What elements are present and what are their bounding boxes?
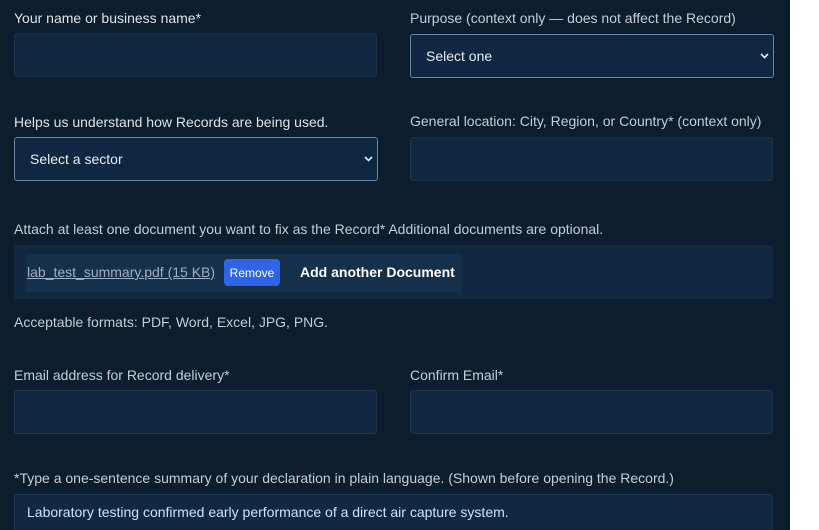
- record-form: Your name or business name* Purpose (con…: [0, 0, 790, 530]
- sector-selected-value: Select a sector: [30, 151, 123, 167]
- email-label: Email address for Record delivery*: [14, 367, 230, 383]
- email-field[interactable]: [14, 390, 377, 434]
- confirm-email-field[interactable]: [410, 390, 773, 434]
- attach-label: Attach at least one document you want to…: [14, 221, 604, 237]
- purpose-label: Purpose (context only — does not affect …: [410, 10, 736, 26]
- chevron-down-icon: [363, 138, 373, 180]
- add-document-button[interactable]: Add another Document: [300, 264, 455, 280]
- confirm-email-label: Confirm Email*: [410, 367, 504, 383]
- summary-value: Laboratory testing confirmed early perfo…: [27, 504, 509, 520]
- summary-input[interactable]: Laboratory testing confirmed early perfo…: [14, 494, 773, 530]
- name-label: Your name or business name*: [14, 10, 202, 26]
- purpose-selected-value: Select one: [426, 48, 493, 64]
- attached-file-link[interactable]: lab_test_summary.pdf (15 KB): [27, 264, 215, 280]
- name-field[interactable]: [14, 33, 377, 77]
- remove-button[interactable]: Remove: [224, 259, 280, 286]
- summary-label: *Type a one-sentence summary of your dec…: [14, 470, 674, 486]
- purpose-select[interactable]: Select one: [410, 34, 774, 78]
- attachment-area: lab_test_summary.pdf (15 KB) Remove Add …: [14, 245, 773, 299]
- attachment-row: lab_test_summary.pdf (15 KB) Remove Add …: [26, 254, 461, 292]
- sector-select[interactable]: Select a sector: [14, 137, 378, 181]
- chevron-down-icon: [759, 35, 769, 77]
- location-field[interactable]: [410, 137, 773, 181]
- sector-label: Helps us understand how Records are bein…: [14, 114, 329, 130]
- location-label: General location: City, Region, or Count…: [410, 113, 762, 129]
- formats-note: Acceptable formats: PDF, Word, Excel, JP…: [14, 314, 329, 330]
